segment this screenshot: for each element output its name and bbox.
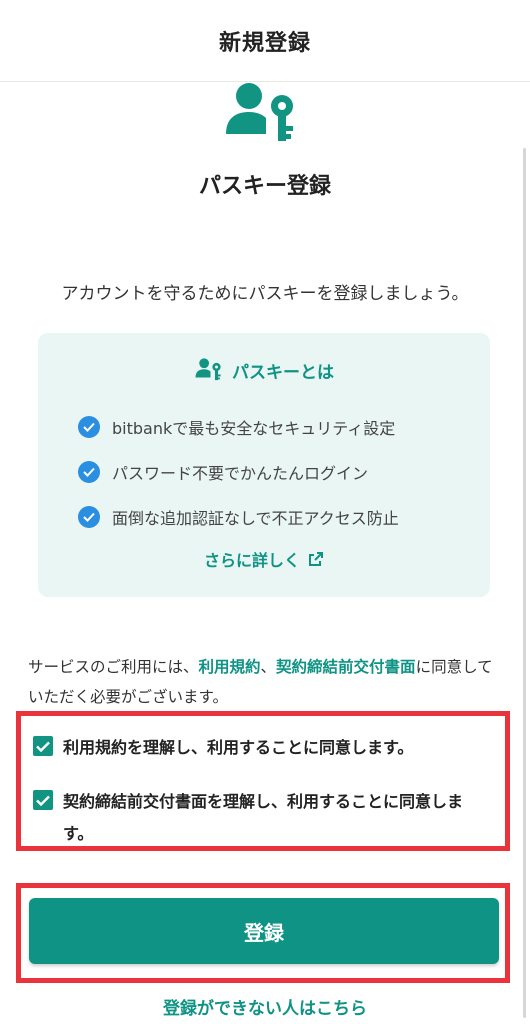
app-header: 新規登録 xyxy=(0,0,530,82)
feature-label: パスワード不要でかんたんログイン xyxy=(112,464,369,483)
register-highlight: 登録 xyxy=(16,883,510,983)
terms-checkbox[interactable] xyxy=(33,736,53,756)
passkey-info-box: パスキーとは bitbankで最も安全なセキュリティ設定 パスワード不要でかんた… xyxy=(38,333,490,597)
learn-more-label: さらに詳しく xyxy=(203,551,300,570)
hero-title: パスキー登録 xyxy=(198,174,331,199)
pre-contract-document-link[interactable]: 契約締結前交付書面 xyxy=(276,658,416,676)
feature-item: bitbankで最も安全なセキュリティ設定 xyxy=(78,415,395,439)
cannot-register-link[interactable]: 登録ができない人はこちら xyxy=(0,994,530,1019)
check-circle-icon xyxy=(78,506,100,528)
page-title: 新規登録 xyxy=(218,30,311,56)
intro-text: アカウントを守るためにパスキーを登録しましょう。 xyxy=(61,284,469,304)
info-heading-label: パスキーとは xyxy=(232,362,334,383)
terms-of-use-link[interactable]: 利用規約 xyxy=(199,658,261,676)
check-circle-icon xyxy=(78,461,100,483)
feature-label: bitbankで最も安全なセキュリティ設定 xyxy=(112,419,396,438)
feature-label: 面倒な追加認証なしで不正アクセス防止 xyxy=(112,509,399,528)
user-key-icon xyxy=(226,83,293,141)
agreement-document-row[interactable]: 契約締結前交付書面を理解し、利用することに同意します。 xyxy=(33,786,493,850)
learn-more-link[interactable]: さらに詳しく xyxy=(38,547,490,571)
terms-prefix: サービスのご利用には、 xyxy=(28,658,199,676)
info-heading: パスキーとは xyxy=(38,357,490,383)
feature-item: パスワード不要でかんたんログイン xyxy=(78,460,368,484)
document-agreement-label: 契約締結前交付書面を理解し、利用することに同意します。 xyxy=(63,792,464,843)
document-checkbox[interactable] xyxy=(33,790,53,810)
agreement-terms-row[interactable]: 利用規約を理解し、利用することに同意します。 xyxy=(33,732,493,764)
check-circle-icon xyxy=(78,416,100,438)
terms-agreement-label: 利用規約を理解し、利用することに同意します。 xyxy=(63,738,414,757)
user-key-icon xyxy=(195,358,221,381)
feature-item: 面倒な追加認証なしで不正アクセス防止 xyxy=(78,505,399,529)
terms-notice: サービスのご利用には、利用規約、契約締結前交付書面に同意していただく必要がござい… xyxy=(28,652,508,712)
terms-separator: 、 xyxy=(260,658,277,676)
agreement-highlight: 利用規約を理解し、利用することに同意します。 契約締結前交付書面を理解し、利用す… xyxy=(16,711,510,851)
external-link-icon xyxy=(309,552,323,566)
register-button[interactable]: 登録 xyxy=(29,898,499,964)
